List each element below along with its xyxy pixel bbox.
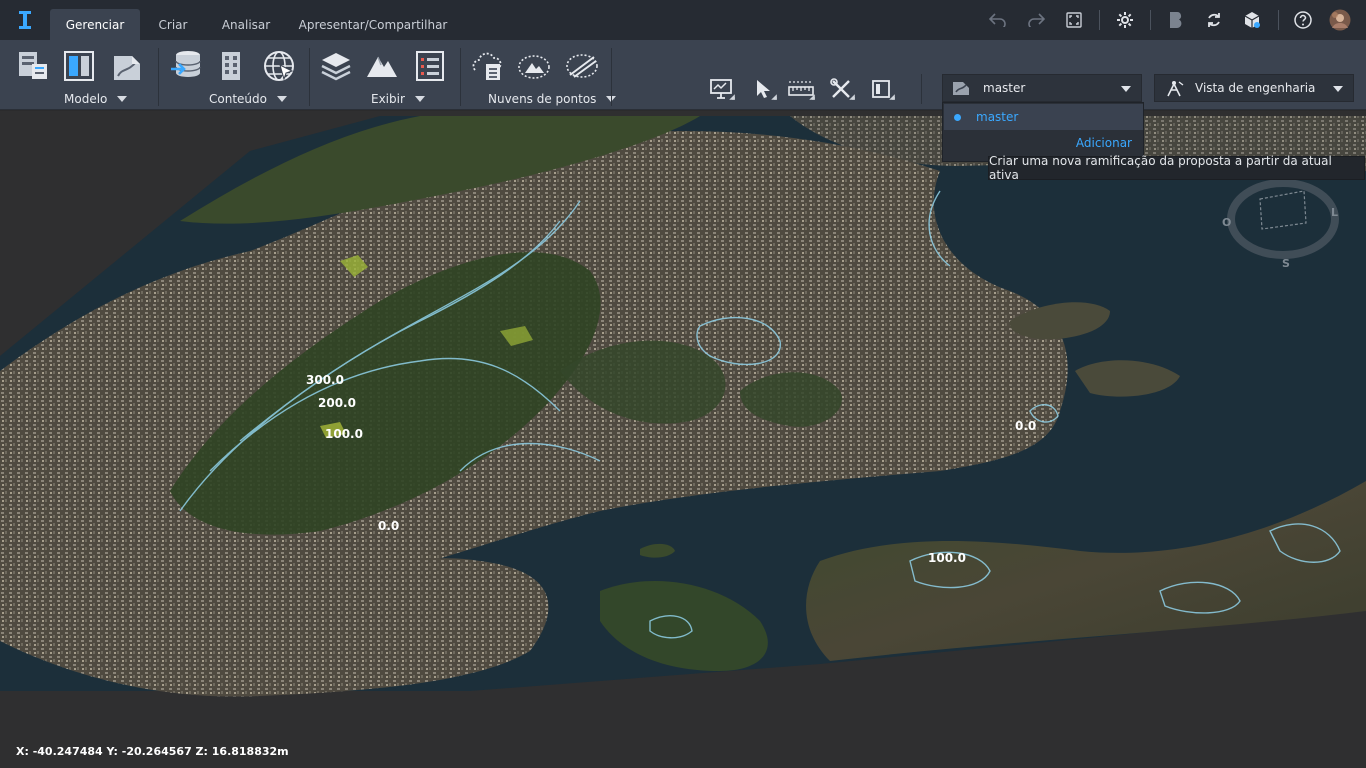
cube-icon[interactable] — [1240, 8, 1264, 32]
point-cloud-terrain-icon[interactable] — [515, 48, 553, 84]
proposal-icon — [951, 80, 971, 99]
divider — [460, 48, 461, 106]
contour-label: 100.0 — [325, 427, 363, 441]
add-branch-tooltip: Criar uma nova ramificação da proposta a… — [988, 154, 1365, 182]
group-modelo-menu[interactable]: Modelo — [64, 91, 128, 107]
select-icon[interactable] — [744, 74, 782, 104]
presentation-icon[interactable] — [702, 74, 740, 104]
chevron-down-icon — [117, 96, 128, 102]
terrain-model: 300.0 200.0 100.0 0.0 100.0 0.0 O L S — [0, 116, 1366, 697]
contour-label: 0.0 — [378, 519, 399, 533]
tab-gerenciar[interactable]: Gerenciar — [50, 9, 140, 40]
branch-selector[interactable]: master — [942, 74, 1142, 102]
group-label: Conteúdo — [209, 92, 267, 106]
divider — [1150, 10, 1151, 30]
branch-dropdown-menu: master Adicionar — [942, 102, 1144, 162]
chevron-down-icon — [276, 96, 287, 102]
redo-icon[interactable] — [1024, 8, 1048, 32]
branch-menu-item-label: master — [976, 110, 1019, 124]
user-avatar[interactable] — [1328, 8, 1352, 32]
group-nuvens-de-pontos-menu[interactable]: Nuvens de pontos — [488, 91, 617, 107]
title-bar: Gerenciar Criar Analisar Apresentar/Comp… — [0, 0, 1366, 40]
globe-icon[interactable] — [260, 48, 298, 84]
measure-icon[interactable] — [782, 74, 820, 104]
help-icon[interactable] — [1291, 8, 1315, 32]
compass-east-label: L — [1331, 206, 1338, 219]
layout-icon[interactable] — [862, 74, 900, 104]
divider — [921, 74, 922, 104]
contour-label: 200.0 — [318, 396, 356, 410]
view-selector-value: Vista de engenharia — [1195, 81, 1316, 95]
contour-label: 300.0 — [306, 373, 344, 387]
divider — [1099, 10, 1100, 30]
contour-label: 100.0 — [928, 551, 966, 565]
chevron-down-icon — [1333, 86, 1343, 92]
compass-south-label: S — [1282, 257, 1290, 270]
divider — [1278, 10, 1279, 30]
group-label: Nuvens de pontos — [488, 92, 597, 106]
layers-icon[interactable] — [317, 48, 355, 84]
model-layout-icon[interactable] — [60, 48, 98, 84]
divider — [611, 48, 612, 106]
settings-icon[interactable] — [1113, 8, 1137, 32]
3d-viewport[interactable]: 300.0 200.0 100.0 0.0 100.0 0.0 O L S — [0, 111, 1366, 768]
tab-analisar[interactable]: Analisar — [216, 9, 276, 40]
data-sources-icon[interactable] — [167, 48, 205, 84]
group-exibir-menu[interactable]: Exibir — [371, 91, 425, 107]
chevron-down-icon — [1121, 86, 1131, 92]
group-label: Exibir — [371, 92, 405, 106]
undo-icon[interactable] — [986, 8, 1010, 32]
engineering-view-icon — [1165, 80, 1185, 101]
divider — [309, 48, 310, 106]
divider — [158, 48, 159, 106]
model-properties-icon[interactable] — [14, 48, 52, 84]
compass-west-label: O — [1222, 216, 1231, 229]
tools-icon[interactable] — [822, 74, 860, 104]
branch-selector-value: master — [983, 81, 1026, 95]
active-branch-dot-icon — [954, 114, 961, 121]
fit-view-icon[interactable] — [1062, 8, 1086, 32]
chevron-down-icon — [414, 96, 425, 102]
group-label: Modelo — [64, 92, 108, 106]
list-icon[interactable] — [411, 48, 449, 84]
tab-apresentar-compartilhar[interactable]: Apresentar/Compartilhar — [298, 9, 448, 40]
contour-label: 0.0 — [1015, 419, 1036, 433]
sync-icon[interactable] — [1202, 8, 1226, 32]
tab-criar[interactable]: Criar — [150, 9, 196, 40]
group-conteudo-menu[interactable]: Conteúdo — [209, 91, 287, 107]
view-selector[interactable]: Vista de engenharia — [1154, 74, 1354, 102]
model-map-icon[interactable] — [108, 48, 146, 84]
point-cloud-slice-icon[interactable] — [563, 48, 601, 84]
bim360-icon[interactable] — [1164, 8, 1188, 32]
building-icon[interactable] — [212, 48, 250, 84]
cursor-coordinates: X: -40.247484 Y: -20.264567 Z: 16.818832… — [16, 745, 289, 758]
add-branch-link[interactable]: Adicionar — [1076, 136, 1132, 150]
terrain-icon[interactable] — [363, 48, 401, 84]
infraworks-logo-icon[interactable] — [12, 8, 38, 32]
app-window: Gerenciar Criar Analisar Apresentar/Comp… — [0, 0, 1366, 768]
branch-menu-item-master[interactable]: master — [944, 104, 1143, 130]
point-cloud-icon[interactable] — [468, 48, 506, 84]
